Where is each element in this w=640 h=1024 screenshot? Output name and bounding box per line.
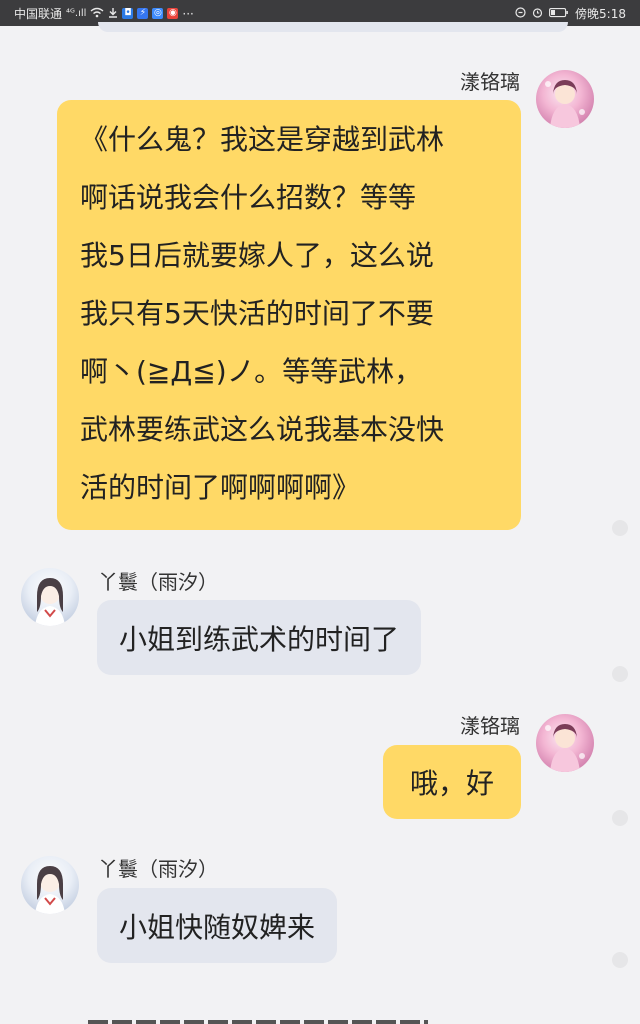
partial-next-message bbox=[88, 1020, 428, 1024]
message-bubble-other[interactable]: 小姐到练武术的时间了 bbox=[97, 600, 422, 675]
message-text: 小姐到练武术的时间了 bbox=[119, 622, 400, 656]
message-line: 我只有5天快活的时间了不要 bbox=[80, 297, 434, 330]
weibo-app-icon: ◉ bbox=[167, 8, 179, 19]
sender-name: 丫鬟（雨汐） bbox=[98, 570, 218, 594]
message-line: 啊丶(≧Д≦)ノ。等等武林， bbox=[80, 355, 423, 388]
download-icon bbox=[108, 7, 118, 21]
message-text: 小姐快随奴婢来 bbox=[119, 910, 316, 944]
maid-avatar[interactable] bbox=[21, 568, 79, 626]
alarm-icon bbox=[532, 7, 543, 21]
sender-name: 漾铬璃 bbox=[460, 714, 520, 738]
message-line: 啊话说我会什么招数？等等 bbox=[80, 181, 417, 214]
scroll-indicator bbox=[612, 520, 628, 536]
more-notifications-icon: ··· bbox=[182, 6, 194, 21]
scroll-indicator bbox=[612, 810, 628, 826]
battery-icon bbox=[549, 7, 569, 21]
message-line: 《什么鬼？我这是穿越到武林 bbox=[80, 123, 445, 156]
user-avatar-illustration bbox=[545, 80, 585, 128]
maid-avatar[interactable] bbox=[21, 856, 79, 914]
message-line: 我5日后就要嫁人了，这么说 bbox=[80, 239, 434, 272]
user-avatar[interactable] bbox=[536, 714, 594, 772]
status-time: 傍晚5:18 bbox=[575, 7, 626, 21]
app-notification-icon: ◘ bbox=[122, 8, 134, 19]
user-avatar-illustration bbox=[545, 724, 585, 772]
status-bar-left: 中国联通 ⁴ᴳ.ıll ◘ ⚡ ◎ ◉ ··· bbox=[14, 5, 194, 22]
message-bubble-user[interactable]: 哦，好 bbox=[383, 745, 521, 819]
nfc-icon bbox=[515, 6, 526, 21]
signal-icon: ⁴ᴳ.ıll bbox=[66, 8, 87, 19]
sender-name: 漾铬璃 bbox=[460, 70, 520, 94]
maid-avatar-illustration bbox=[35, 578, 65, 626]
message-bubble-user[interactable]: 《什么鬼？我这是穿越到武林 啊话说我会什么招数？等等 我5日后就要嫁人了，这么说… bbox=[57, 100, 521, 530]
message-text: 哦，好 bbox=[409, 767, 494, 800]
message-bubble-other[interactable]: 小姐快随奴婢来 bbox=[97, 888, 338, 963]
sender-name: 丫鬟（雨汐） bbox=[98, 857, 218, 881]
status-bar-right: 傍晚5:18 bbox=[515, 5, 626, 22]
message-line: 武林要练武这么说我基本没快 bbox=[80, 413, 445, 446]
wifi-icon bbox=[90, 7, 104, 21]
scroll-indicator bbox=[612, 952, 628, 968]
message-line: 活的时间了啊啊啊啊》 bbox=[80, 471, 361, 504]
lightning-app-icon: ⚡ bbox=[137, 8, 149, 19]
carrier-label: 中国联通 bbox=[14, 7, 63, 21]
maid-avatar-illustration bbox=[35, 866, 65, 914]
previous-message-bubble[interactable] bbox=[98, 22, 568, 32]
browser-app-icon: ◎ bbox=[152, 8, 164, 19]
user-avatar[interactable] bbox=[536, 70, 594, 128]
scroll-indicator bbox=[612, 666, 628, 682]
